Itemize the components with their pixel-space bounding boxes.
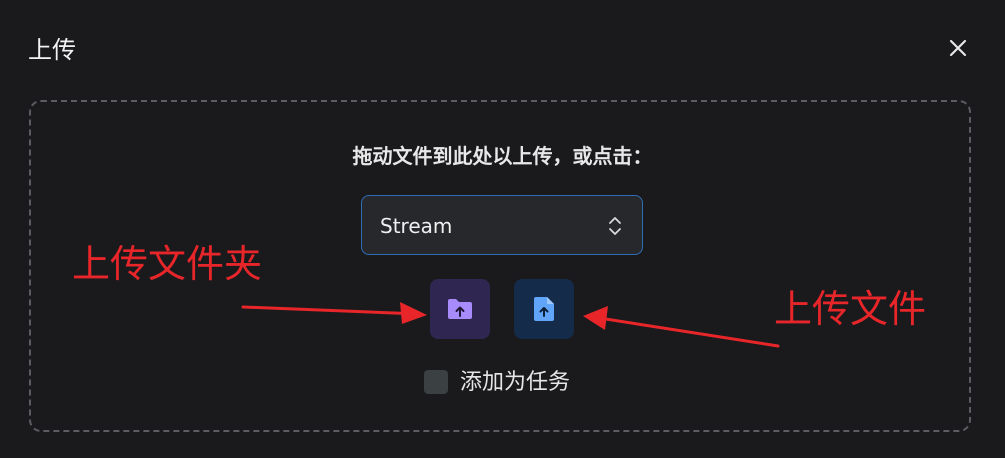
dialog-title: 上传	[28, 36, 76, 64]
annotation-upload-file: 上传文件	[774, 287, 927, 331]
add-as-task-checkbox[interactable]	[424, 370, 448, 394]
storage-select[interactable]: Stream	[361, 195, 643, 255]
storage-select-value: Stream	[380, 214, 453, 238]
chevron-up-down-icon	[609, 217, 621, 235]
upload-file-button[interactable]	[514, 279, 574, 339]
dropzone-hint: 拖动文件到此处以上传，或点击：	[352, 144, 653, 168]
upload-dialog: 上传 拖动文件到此处以上传，或点击： Stream 添加为任务 上传文件夹 上传…	[0, 0, 1005, 458]
close-button[interactable]	[940, 30, 976, 66]
close-icon	[949, 39, 967, 57]
upload-folder-button[interactable]	[430, 279, 490, 339]
folder-upload-icon	[448, 299, 472, 319]
file-upload-icon	[534, 297, 554, 321]
annotation-upload-folder: 上传文件夹	[72, 242, 263, 286]
add-as-task-label: 添加为任务	[460, 370, 571, 395]
